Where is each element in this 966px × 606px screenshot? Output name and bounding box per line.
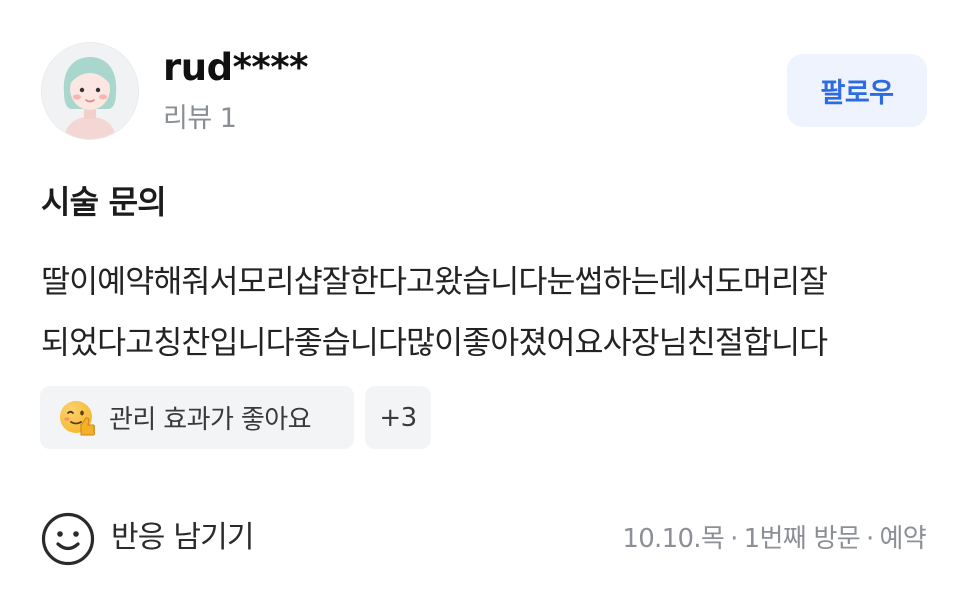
keyword-chip-label: 관리 효과가 좋아요	[109, 405, 311, 435]
visit-count: 1번째 방문	[743, 524, 861, 554]
avatar[interactable]	[41, 42, 139, 140]
avatar-icon	[42, 43, 138, 139]
visit-date: 10.10.목	[622, 524, 725, 554]
meta-separator: ·	[730, 524, 738, 554]
review-body: 딸이예약해줘서모리샵잘한다고왔습니다눈썹하는데서도머리잘 되었다고칭찬입니다좋습…	[41, 264, 828, 361]
keyword-chip[interactable]: 관리 효과가 좋아요	[40, 386, 354, 449]
thumbs-up-smile-emoji-icon	[57, 398, 97, 438]
meta-separator: ·	[865, 524, 874, 554]
smiley-icon[interactable]	[40, 511, 96, 567]
keyword-more-chip[interactable]: +3	[365, 386, 431, 449]
reviewer-review-count: 리뷰 1	[163, 103, 237, 134]
review-meta: 10.10.목 · 1번째 방문 · 예약	[622, 520, 926, 558]
reviewer-username[interactable]: rud****	[163, 44, 308, 92]
review-title: 시술 문의	[41, 183, 167, 221]
leave-reaction-button[interactable]: 반응 남기기	[111, 517, 255, 559]
follow-button[interactable]: 팔로우	[787, 54, 927, 127]
booking-type: 예약	[879, 524, 927, 554]
